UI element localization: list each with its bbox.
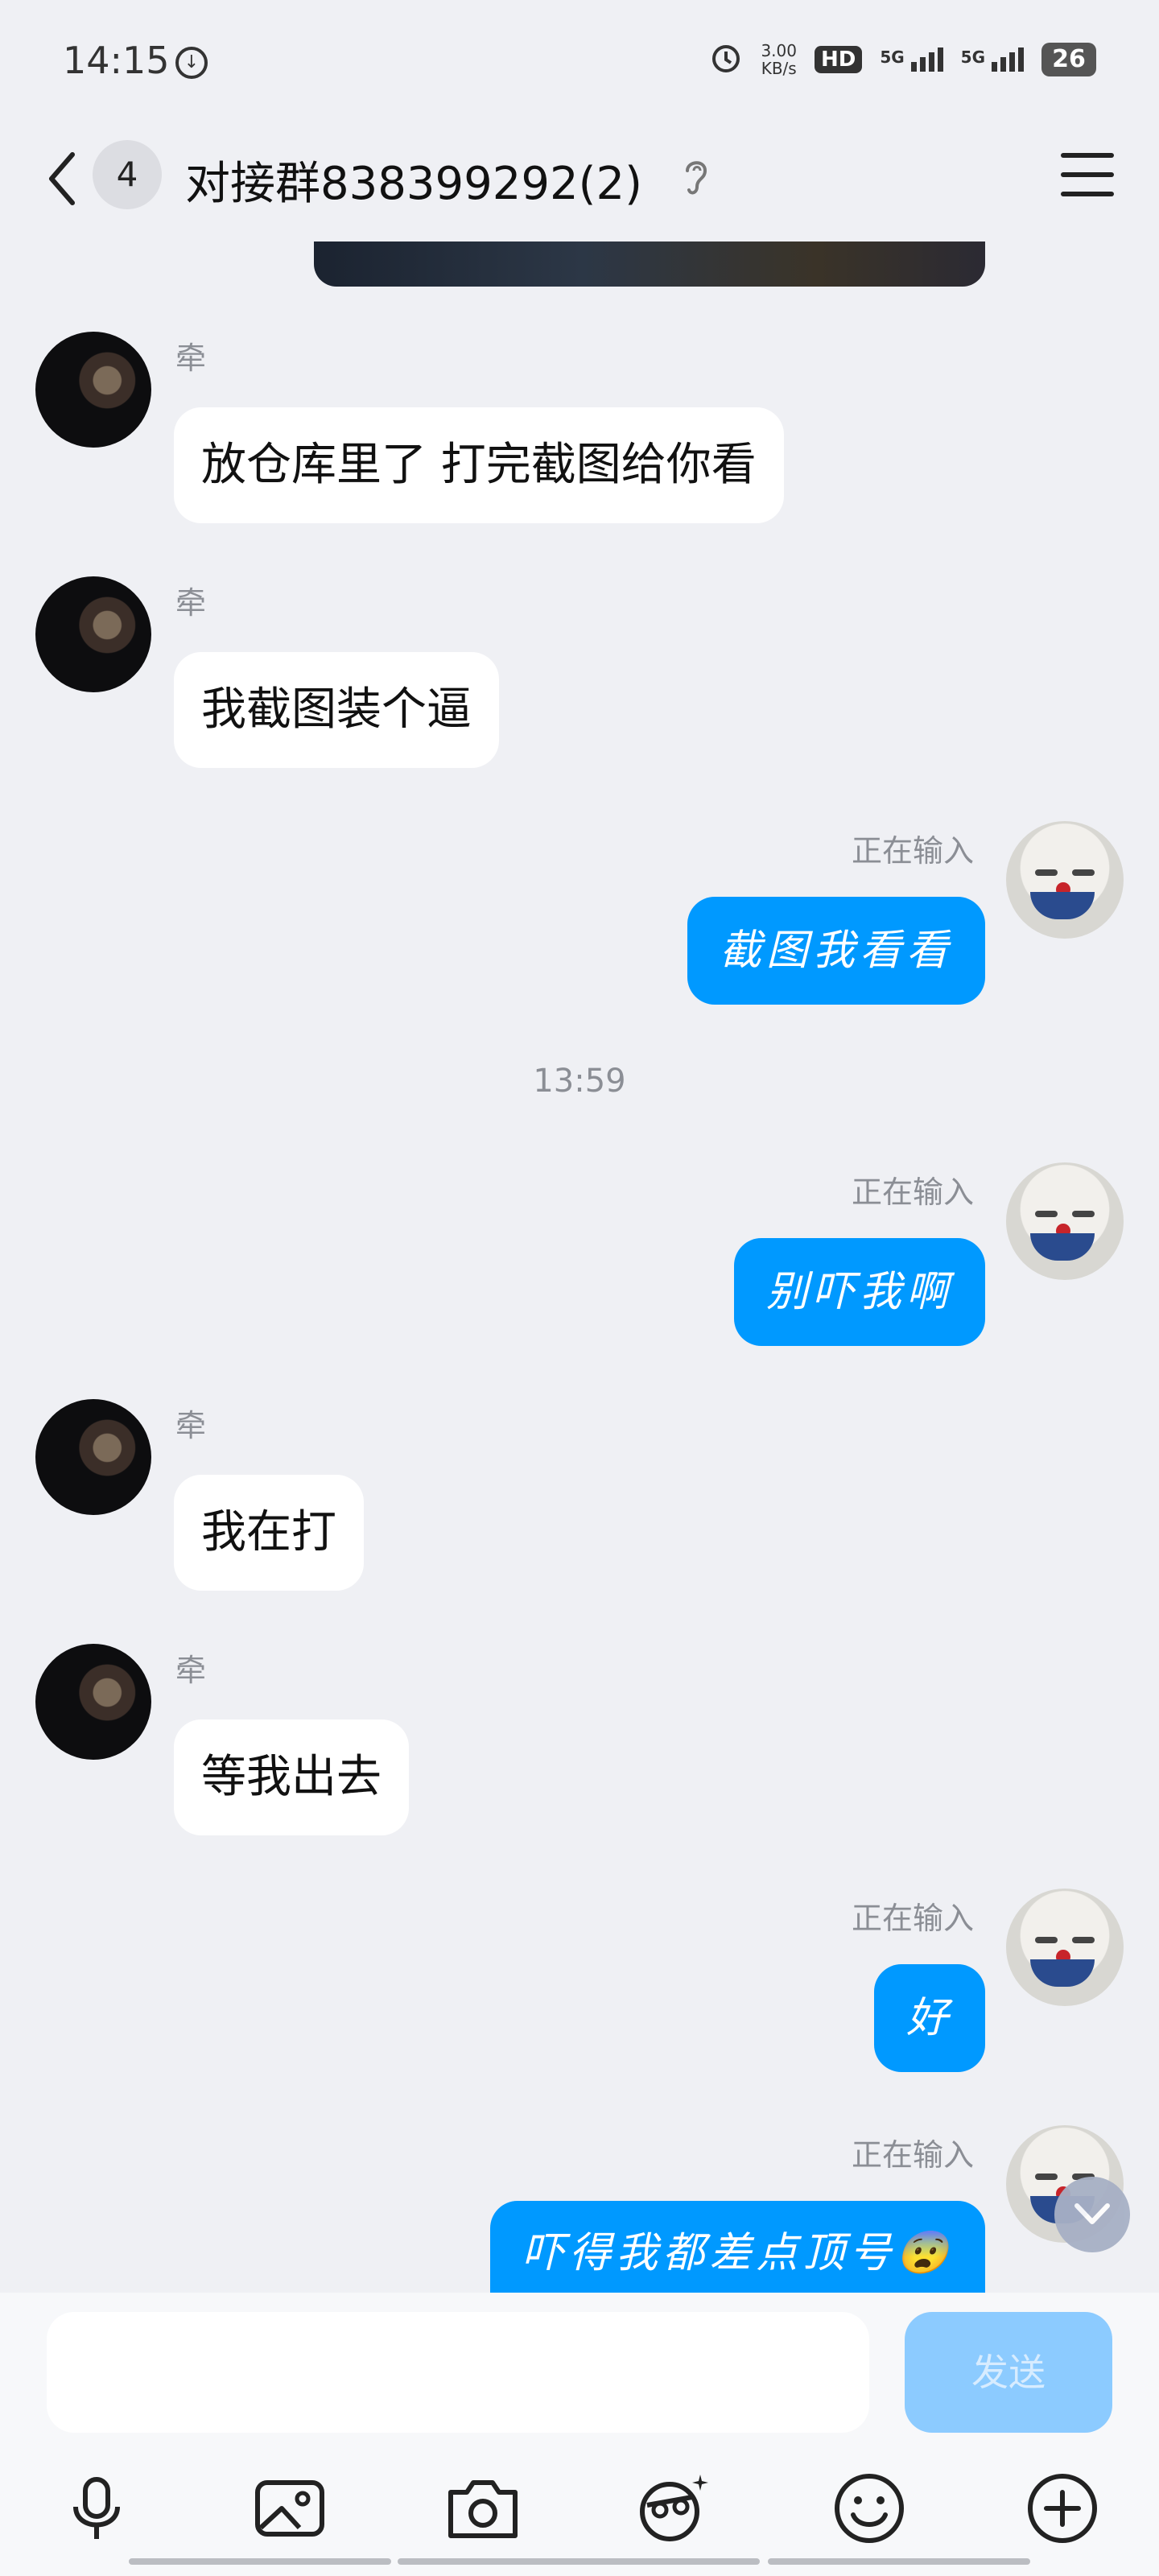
- send-button[interactable]: 发送: [905, 2312, 1112, 2433]
- typing-status: 正在输入: [851, 833, 974, 869]
- typing-status: 正在输入: [851, 2137, 974, 2173]
- plus-icon[interactable]: [1022, 2468, 1103, 2549]
- scroll-to-bottom-button[interactable]: [1054, 2177, 1130, 2252]
- signal-icon: 5G: [880, 47, 943, 72]
- image-icon[interactable]: [250, 2468, 330, 2549]
- page-title[interactable]: 对接群838399292(2): [185, 147, 642, 213]
- unread-count-badge[interactable]: 4: [93, 140, 162, 209]
- message-bubble[interactable]: 放仓库里了 打完截图给你看: [174, 407, 784, 523]
- message-bubble[interactable]: 吓得我都差点顶号😨: [490, 2201, 985, 2293]
- avatar[interactable]: [35, 1644, 151, 1760]
- avatar[interactable]: [35, 1399, 151, 1515]
- gesture-bar: [129, 2558, 391, 2565]
- message-bubble[interactable]: 好: [873, 1964, 985, 2072]
- hd-badge: HD: [814, 46, 863, 73]
- toolbar: [0, 2468, 1159, 2549]
- message-bubble[interactable]: 截图我看看: [687, 897, 985, 1005]
- composer: 发送: [0, 2293, 1159, 2576]
- timestamp: 13:59: [533, 1063, 626, 1100]
- avatar[interactable]: [1006, 821, 1124, 939]
- battery-icon: 26: [1041, 43, 1096, 76]
- message-bubble[interactable]: 我截图装个逼: [174, 652, 499, 768]
- signal-icon-2: 5G: [961, 47, 1024, 72]
- sender-name: 牵: [175, 585, 207, 621]
- message-bubble[interactable]: 等我出去: [174, 1719, 409, 1835]
- avatar[interactable]: [35, 576, 151, 692]
- message-input[interactable]: [47, 2312, 869, 2433]
- avatar[interactable]: [35, 332, 151, 448]
- ear-icon[interactable]: [683, 156, 710, 198]
- chevron-down-icon: [1074, 2203, 1110, 2224]
- sender-name: 牵: [175, 1653, 207, 1688]
- menu-icon[interactable]: [1061, 153, 1114, 198]
- camera-icon[interactable]: [443, 2468, 523, 2549]
- sender-name: 牵: [175, 1408, 207, 1443]
- back-icon[interactable]: [40, 147, 89, 211]
- message-bubble[interactable]: 别吓我啊: [733, 1238, 985, 1346]
- typing-status: 正在输入: [851, 1174, 974, 1210]
- tracking-icon: ↓: [175, 47, 208, 79]
- alarm-icon: [709, 40, 743, 79]
- message-bubble[interactable]: 我在打: [174, 1475, 364, 1591]
- status-time: 14:15: [63, 39, 170, 82]
- typing-status: 正在输入: [851, 1901, 974, 1936]
- avatar[interactable]: [1006, 1889, 1124, 2006]
- mic-icon[interactable]: [56, 2468, 137, 2549]
- status-bar: 14:15 ↓ 3.00 KB/s HD 5G 5G 26: [0, 0, 1159, 129]
- image-message[interactable]: [314, 242, 985, 287]
- sticker-icon[interactable]: [633, 2468, 713, 2549]
- gesture-bar: [768, 2558, 1030, 2565]
- avatar[interactable]: [1006, 1162, 1124, 1280]
- gesture-bar: [398, 2558, 760, 2565]
- emoji-icon[interactable]: [829, 2468, 909, 2549]
- sender-name: 牵: [175, 341, 207, 376]
- network-speed: 3.00 KB/s: [761, 41, 797, 78]
